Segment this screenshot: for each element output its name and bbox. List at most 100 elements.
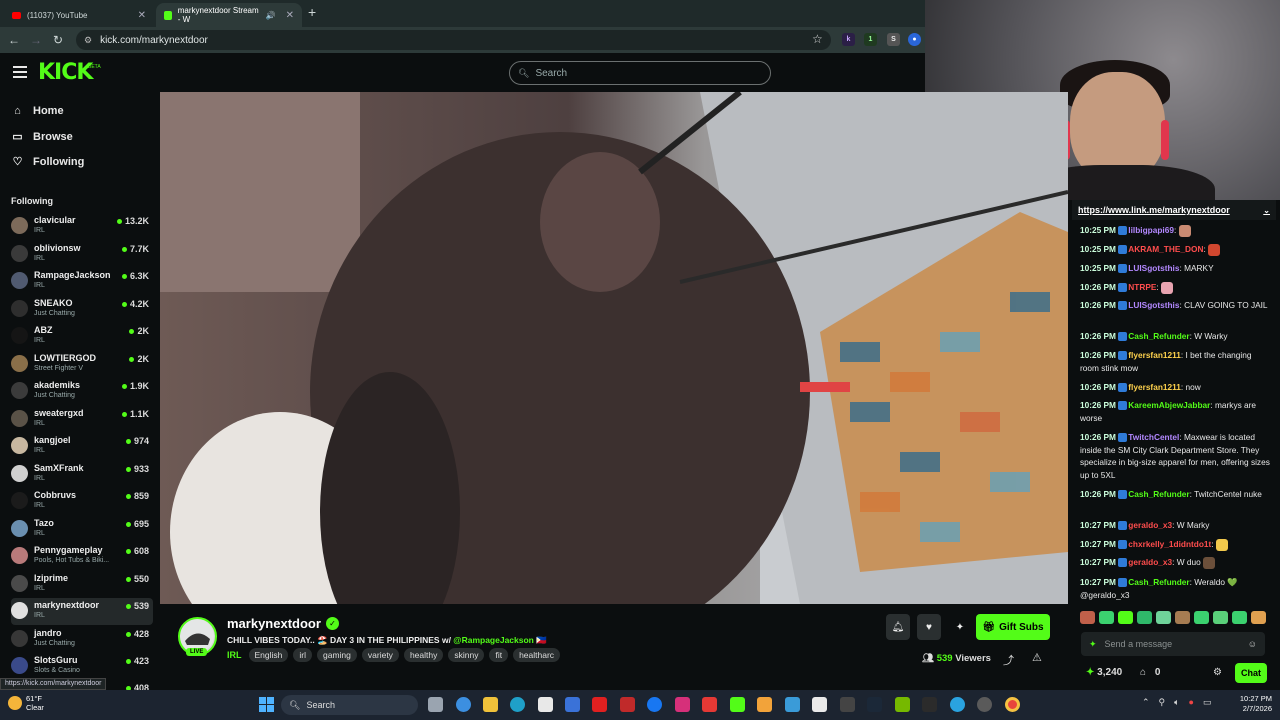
app-icon[interactable] — [977, 697, 992, 712]
sidebar-channel-item[interactable]: oblivionsw IRL 7.7K — [11, 241, 153, 268]
taskbar-search[interactable]: 🔍︎ Search — [281, 695, 418, 715]
chat-username[interactable]: geraldo_x3 — [1128, 557, 1172, 567]
gift-subs-button[interactable]: 🎁︎ Gift Subs — [976, 614, 1050, 640]
extension-k-icon[interactable]: k — [842, 33, 855, 46]
app-icon[interactable] — [620, 697, 635, 712]
app-icon[interactable] — [702, 697, 717, 712]
chat-username[interactable]: lilbigpapi69 — [1128, 225, 1174, 235]
telegram-icon[interactable] — [950, 697, 965, 712]
extension-blue-icon[interactable]: ● — [908, 33, 921, 46]
stream-title-mention[interactable]: @RampageJackson — [453, 635, 534, 645]
sparkle-icon[interactable]: ✦ — [1089, 639, 1097, 650]
stream-tag[interactable]: variety — [361, 648, 399, 662]
emoji-picker-icon[interactable]: ☺ — [1248, 639, 1257, 649]
instagram-icon[interactable] — [675, 697, 690, 712]
follow-button[interactable]: ♥ — [917, 614, 941, 640]
chat-username[interactable]: LUISgotsthis — [1128, 300, 1179, 310]
sidebar-channel-item[interactable]: ABZ IRL 2K — [11, 323, 153, 350]
sidebar-channel-item[interactable]: RampageJackson IRL 6.3K — [11, 268, 153, 295]
emote-icon[interactable] — [1137, 611, 1152, 624]
network-icon[interactable]: ⚲ — [1159, 697, 1166, 708]
extension-counter-icon[interactable]: 1 — [864, 33, 877, 46]
chat-username[interactable]: TwitchCentel — [1128, 432, 1179, 442]
close-tab-icon[interactable]: ✕ — [286, 10, 294, 21]
weather-widget[interactable]: 61°F Clear — [8, 694, 44, 712]
report-icon[interactable]: ⚠ — [1032, 651, 1042, 664]
sidebar-channel-item[interactable]: markynextdoor IRL 539 — [11, 598, 153, 625]
stream-tag[interactable]: skinny — [448, 648, 485, 662]
emote-icon[interactable] — [1099, 611, 1114, 624]
stream-tag[interactable]: healthy — [403, 648, 444, 662]
sidebar-channel-item[interactable]: clavicular IRL 13.2K — [11, 213, 153, 240]
chat-username[interactable]: flyersfan1211 — [1128, 382, 1181, 392]
new-tab-button[interactable]: + — [308, 4, 316, 20]
sidebar-channel-item[interactable]: SlotsGuru Slots & Casino 423 — [11, 653, 153, 680]
windows-start-icon[interactable] — [259, 697, 274, 712]
emote-icon[interactable] — [1156, 611, 1171, 624]
epic-games-icon[interactable] — [922, 697, 937, 712]
sidebar-item-following[interactable]: ♡ Following — [11, 155, 85, 169]
mic-icon[interactable]: ● — [1189, 697, 1194, 708]
chat-username[interactable]: LUISgotsthis — [1128, 263, 1179, 273]
volume-icon[interactable]: 🔈︎ — [1174, 697, 1179, 708]
tab-youtube[interactable]: (11037) YouTube ✕ — [4, 3, 154, 27]
chat-send-button[interactable]: Chat — [1235, 663, 1267, 683]
edge-icon[interactable] — [510, 697, 525, 712]
app-icon[interactable] — [785, 697, 800, 712]
mail-icon[interactable] — [565, 697, 580, 712]
forward-icon[interactable]: → — [25, 33, 47, 47]
chevron-up-icon[interactable]: ⌃ — [1142, 697, 1150, 708]
stream-tag[interactable]: healtharc — [513, 648, 561, 662]
chat-username[interactable]: KareemAbjewJabbar — [1128, 400, 1210, 410]
chat-username[interactable]: chxrkelly_1didntdo1t — [1128, 539, 1211, 549]
sidebar-channel-item[interactable]: LOWTIERGOD Street Fighter V 2K — [11, 351, 153, 378]
chevron-down-icon[interactable]: ⌄ — [1263, 206, 1270, 215]
amazon-icon[interactable] — [757, 697, 772, 712]
task-view-icon[interactable] — [428, 697, 443, 712]
reload-icon[interactable]: ↻ — [47, 33, 69, 47]
back-icon[interactable]: ← — [3, 33, 25, 47]
sidebar-channel-item[interactable]: SamXFrank IRL 933 — [11, 461, 153, 488]
capcut-icon[interactable] — [840, 697, 855, 712]
sidebar-channel-item[interactable]: Pennygameplay Pools, Hot Tubs & Biki... 60… — [11, 543, 153, 570]
channel-points[interactable]: ✦ 3,240 — [1086, 667, 1122, 678]
emote-icon[interactable] — [1175, 611, 1190, 624]
emote-icon[interactable] — [1194, 611, 1209, 624]
kick-logo[interactable]: KICK — [38, 60, 93, 85]
share-icon[interactable]: ⤴ — [1003, 652, 1014, 668]
sparkle-button[interactable]: ✦ — [948, 614, 972, 640]
close-tab-icon[interactable]: ✕ — [138, 10, 146, 21]
tab-kick[interactable]: markynextdoor Stream - W 🔊 ✕ — [156, 3, 302, 27]
emote-icon[interactable] — [1251, 611, 1266, 624]
file-explorer-icon[interactable] — [483, 697, 498, 712]
url-field[interactable]: ⚙ kick.com/markynextdoor — [76, 30, 831, 50]
sidebar-channel-item[interactable]: kangjoel IRL 974 — [11, 433, 153, 460]
sidebar-channel-item[interactable]: sweatergxd IRL 1.1K — [11, 406, 153, 433]
chat-username[interactable]: Cash_Refunder — [1128, 577, 1189, 587]
taskbar-clock[interactable]: 10:27 PM 2/7/2026 — [1228, 694, 1272, 714]
chat-username[interactable]: NTRPE — [1128, 282, 1156, 292]
emote-icon[interactable] — [1080, 611, 1095, 624]
youtube-app-icon[interactable] — [592, 697, 607, 712]
battery-icon[interactable]: ▭ — [1203, 697, 1212, 708]
pinned-link[interactable]: https://www.link.me/markynextdoor — [1078, 205, 1230, 215]
pinned-message[interactable]: https://www.link.me/markynextdoor ⌄ — [1072, 200, 1276, 220]
sidebar-channel-item[interactable]: akademiks Just Chatting 1.9K — [11, 378, 153, 405]
kick-app-icon[interactable] — [730, 697, 745, 712]
stream-tag[interactable]: fit — [489, 648, 509, 662]
emote-icon[interactable] — [1118, 611, 1133, 624]
hamburger-menu-icon[interactable] — [13, 66, 27, 78]
sidebar-item-home[interactable]: ⌂ Home — [11, 105, 63, 117]
search-input[interactable]: 🔍︎ Search — [509, 61, 771, 85]
chrome-icon[interactable] — [1005, 697, 1020, 712]
sidebar-channel-item[interactable]: jandro Just Chatting 428 — [11, 626, 153, 653]
sidebar-channel-item[interactable]: Tazo IRL 695 — [11, 516, 153, 543]
chat-username[interactable]: flyersfan1211 — [1128, 350, 1181, 360]
notification-bell-button[interactable]: 🔔︎ — [886, 614, 910, 640]
subs-counter[interactable]: ⌂ 0 — [1140, 667, 1160, 678]
stream-tag[interactable]: English — [248, 648, 289, 662]
chat-username[interactable]: Cash_Refunder — [1128, 489, 1189, 499]
video-player[interactable] — [160, 92, 1068, 604]
facebook-icon[interactable] — [647, 697, 662, 712]
sidebar-item-browse[interactable]: ▭ Browse — [11, 130, 72, 144]
